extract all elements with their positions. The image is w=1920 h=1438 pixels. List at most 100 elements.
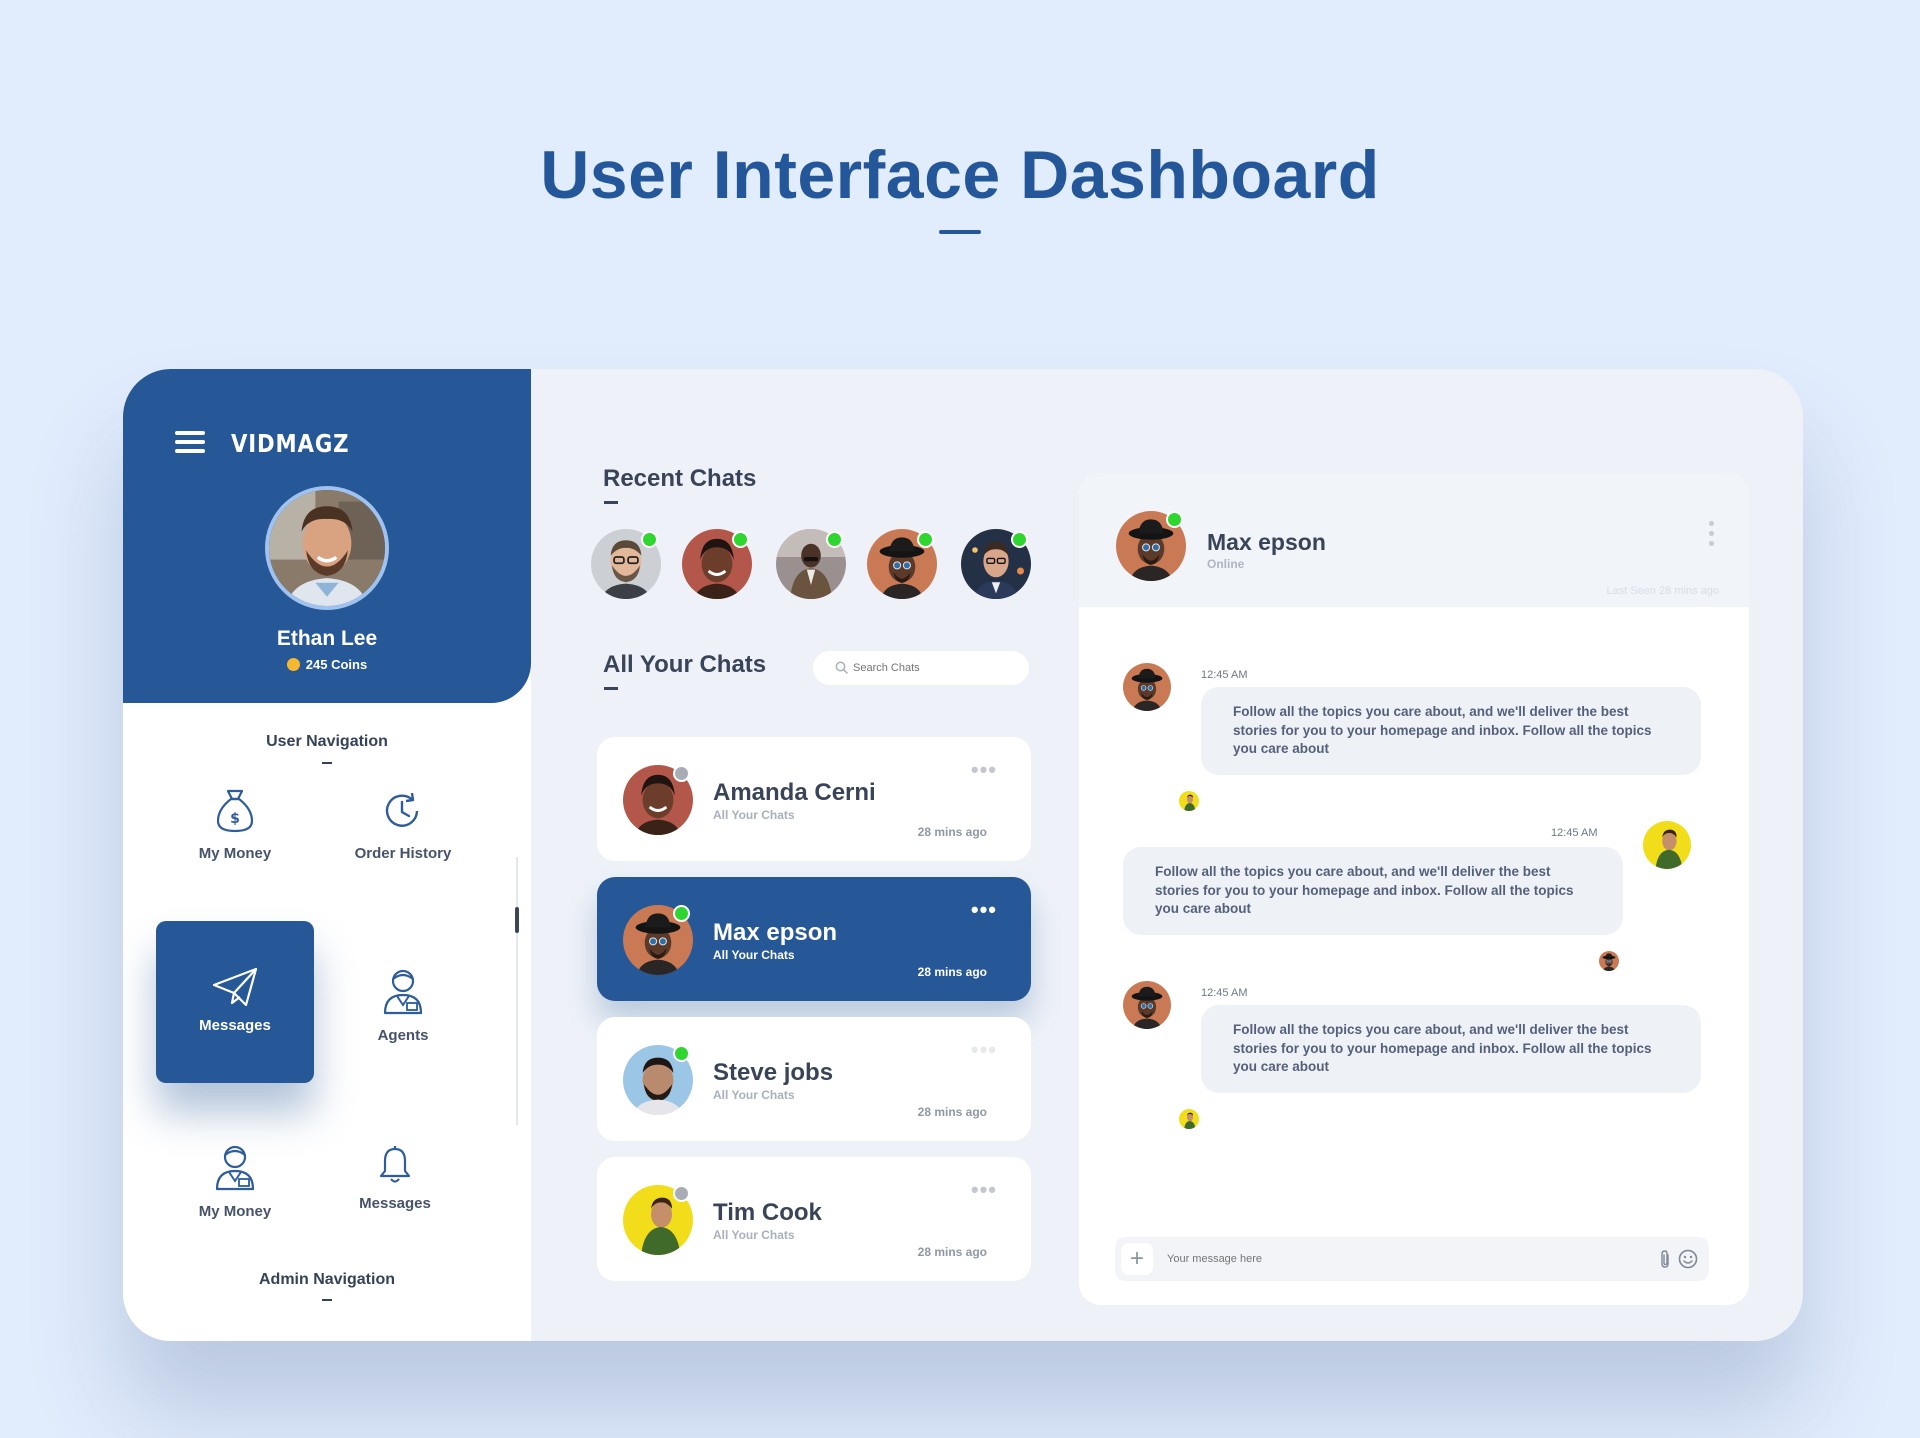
paper-plane-icon: [212, 967, 258, 1007]
chat-name: Tim Cook: [713, 1199, 822, 1226]
all-chats-title: All Your Chats: [603, 651, 767, 678]
read-receipt-avatar: [1599, 951, 1619, 971]
online-indicator: [673, 1045, 690, 1062]
message-time: 12:45 AM: [1551, 827, 1598, 839]
conversation-last-seen: Last Seen 28 mins ago: [1606, 585, 1719, 597]
hamburger-menu-icon[interactable]: [175, 431, 205, 453]
chat-card-tim[interactable]: Tim Cook All Your Chats 28 mins ago •••: [597, 1157, 1031, 1281]
message-bubble: Follow all the topics you care about, an…: [1201, 687, 1701, 775]
nav-item-order-history[interactable]: Order History: [323, 787, 483, 862]
dashboard-window: VIDMAGZ Ethan Lee 245 Coins User Navigat…: [123, 369, 1803, 1341]
conversation-name: Max epson: [1207, 529, 1326, 555]
chat-time: 28 mins ago: [917, 825, 987, 839]
nav-item-label: Agents: [377, 1027, 429, 1044]
message-avatar: [1123, 981, 1171, 1029]
conversation-status: Online: [1207, 557, 1245, 571]
conversation-header: Max epson Online Last Seen 28 mins ago: [1079, 473, 1749, 607]
online-indicator: [917, 531, 934, 548]
message-input[interactable]: [1167, 1250, 1607, 1268]
online-indicator: [1166, 511, 1183, 528]
nav-item-label: Order History: [354, 845, 452, 862]
message-time: 12:45 AM: [1201, 669, 1248, 681]
chat-subtitle: All Your Chats: [713, 948, 795, 962]
emoji-icon[interactable]: [1677, 1248, 1699, 1270]
coins-label: 245 Coins: [305, 657, 368, 672]
read-receipt-avatar: [1179, 791, 1199, 811]
page-title-underline: [939, 230, 981, 234]
recent-avatar[interactable]: [591, 529, 661, 599]
nav-item-label: My Money: [198, 1203, 272, 1220]
chat-avatar: [623, 1045, 693, 1115]
agent-icon: [215, 1145, 255, 1191]
offline-indicator: [673, 765, 690, 782]
search-icon: [835, 661, 848, 674]
recent-avatar[interactable]: [682, 529, 752, 599]
nav-item-label: My Money: [198, 845, 272, 862]
svg-text:$: $: [230, 811, 240, 827]
online-indicator: [1011, 531, 1028, 548]
online-indicator: [826, 531, 843, 548]
all-chats-dash: [604, 687, 618, 690]
nav-item-notifications[interactable]: Messages: [315, 1145, 475, 1212]
chat-avatar: [623, 765, 693, 835]
chat-subtitle: All Your Chats: [713, 1088, 795, 1102]
chat-card-amanda[interactable]: Amanda Cerni All Your Chats 28 mins ago …: [597, 737, 1031, 861]
user-coins: 245 Coins: [123, 657, 531, 672]
search-chats-input[interactable]: [853, 659, 1013, 677]
recent-chats-dash: [604, 501, 618, 504]
offline-indicator: [673, 1185, 690, 1202]
conversation-avatar[interactable]: [1116, 511, 1186, 581]
recent-chats-title: Recent Chats: [603, 465, 757, 492]
chat-card-steve[interactable]: Steve jobs All Your Chats 28 mins ago ••…: [597, 1017, 1031, 1141]
chat-time: 28 mins ago: [917, 965, 987, 979]
chat-time: 28 mins ago: [917, 1245, 987, 1259]
more-options-icon[interactable]: •••: [971, 1037, 997, 1063]
more-options-icon[interactable]: •••: [971, 1177, 997, 1203]
nav-item-messages[interactable]: Messages: [156, 921, 314, 1083]
sidebar-profile-panel: VIDMAGZ Ethan Lee 245 Coins: [123, 369, 531, 703]
recent-avatar[interactable]: [961, 529, 1031, 599]
recent-avatar[interactable]: [867, 529, 937, 599]
brand-logo[interactable]: VIDMAGZ: [231, 429, 349, 458]
kebab-menu-icon[interactable]: [1709, 521, 1715, 551]
more-options-icon[interactable]: •••: [971, 757, 997, 783]
admin-navigation-heading[interactable]: Admin Navigation: [123, 1271, 531, 1289]
user-navigation-heading: User Navigation: [266, 733, 388, 750]
coin-icon: [286, 658, 300, 671]
chat-time: 28 mins ago: [917, 1105, 987, 1119]
bell-icon: [379, 1146, 411, 1183]
sidebar-scrollbar-thumb[interactable]: [515, 907, 519, 933]
chat-avatar: [623, 905, 693, 975]
sidebar: VIDMAGZ Ethan Lee 245 Coins User Navigat…: [123, 369, 531, 1341]
history-icon: [385, 792, 419, 827]
user-avatar[interactable]: [265, 486, 389, 610]
read-receipt-avatar: [1179, 1109, 1199, 1129]
chat-avatar: [623, 1185, 693, 1255]
nav-item-my-money-2[interactable]: My Money: [155, 1143, 315, 1220]
chat-name: Steve jobs: [713, 1059, 834, 1086]
nav-item-my-money[interactable]: $ My Money: [155, 787, 315, 862]
chat-name: Amanda Cerni: [713, 779, 876, 806]
online-indicator: [673, 905, 690, 922]
admin-navigation-dash: [322, 1299, 332, 1301]
search-chats-box[interactable]: [813, 651, 1029, 685]
chat-subtitle: All Your Chats: [713, 808, 795, 822]
message-composer: +: [1115, 1237, 1709, 1281]
conversation-panel: Max epson Online Last Seen 28 mins ago 1…: [1079, 473, 1749, 1305]
sidebar-scrollbar-track[interactable]: [516, 857, 518, 1125]
user-name: Ethan Lee: [276, 627, 378, 650]
chat-name: Max epson: [713, 919, 838, 946]
nav-item-label: Messages: [359, 1195, 431, 1212]
message-bubble: Follow all the topics you care about, an…: [1123, 847, 1623, 935]
nav-item-label: Messages: [199, 1017, 271, 1034]
online-indicator: [641, 531, 658, 548]
add-attachment-button[interactable]: +: [1121, 1243, 1153, 1275]
user-navigation-dash: [322, 762, 332, 764]
nav-item-agents[interactable]: Agents: [323, 967, 483, 1044]
paperclip-icon[interactable]: [1659, 1249, 1671, 1269]
chat-card-max[interactable]: Max epson All Your Chats 28 mins ago •••: [597, 877, 1031, 1001]
message-time: 12:45 AM: [1201, 987, 1248, 999]
recent-avatar[interactable]: [776, 529, 846, 599]
money-bag-icon: $: [216, 789, 254, 833]
more-options-icon[interactable]: •••: [971, 897, 997, 923]
